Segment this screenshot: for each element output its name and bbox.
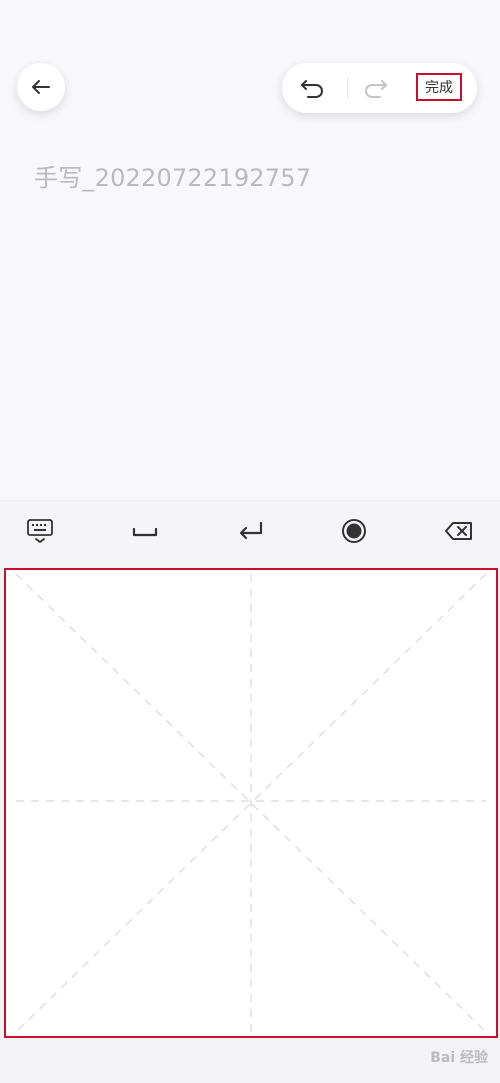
keyboard-hide-icon [27, 519, 53, 543]
space-button[interactable] [123, 511, 167, 551]
enter-button[interactable] [229, 511, 273, 551]
enter-icon [239, 521, 263, 540]
brush-icon [342, 519, 366, 543]
brush-button[interactable] [332, 511, 376, 551]
space-icon [132, 527, 158, 537]
document-title[interactable]: 手写_20220722192757 [34, 158, 311, 193]
edit-toolbar: 完成 [282, 63, 477, 113]
backspace-button[interactable] [437, 511, 481, 551]
redo-icon [365, 80, 387, 98]
back-arrow-icon [32, 80, 50, 94]
undo-button[interactable] [296, 75, 330, 101]
back-button[interactable] [17, 63, 65, 111]
guide-grid [15, 573, 487, 1033]
backspace-icon [445, 522, 472, 540]
toolbar-divider [347, 77, 348, 99]
done-button[interactable]: 完成 [416, 73, 462, 101]
redo-button[interactable] [358, 75, 392, 101]
watermark-logo: Bai 经验 [430, 1050, 488, 1066]
input-toolbar [0, 500, 500, 561]
handwriting-canvas[interactable] [4, 568, 498, 1038]
handwriting-pad-area: Bai 经验 [0, 560, 500, 1083]
undo-icon [301, 80, 323, 98]
editor-area: 完成 手写_20220722192757 [0, 0, 500, 500]
hide-keyboard-button[interactable] [18, 511, 62, 551]
